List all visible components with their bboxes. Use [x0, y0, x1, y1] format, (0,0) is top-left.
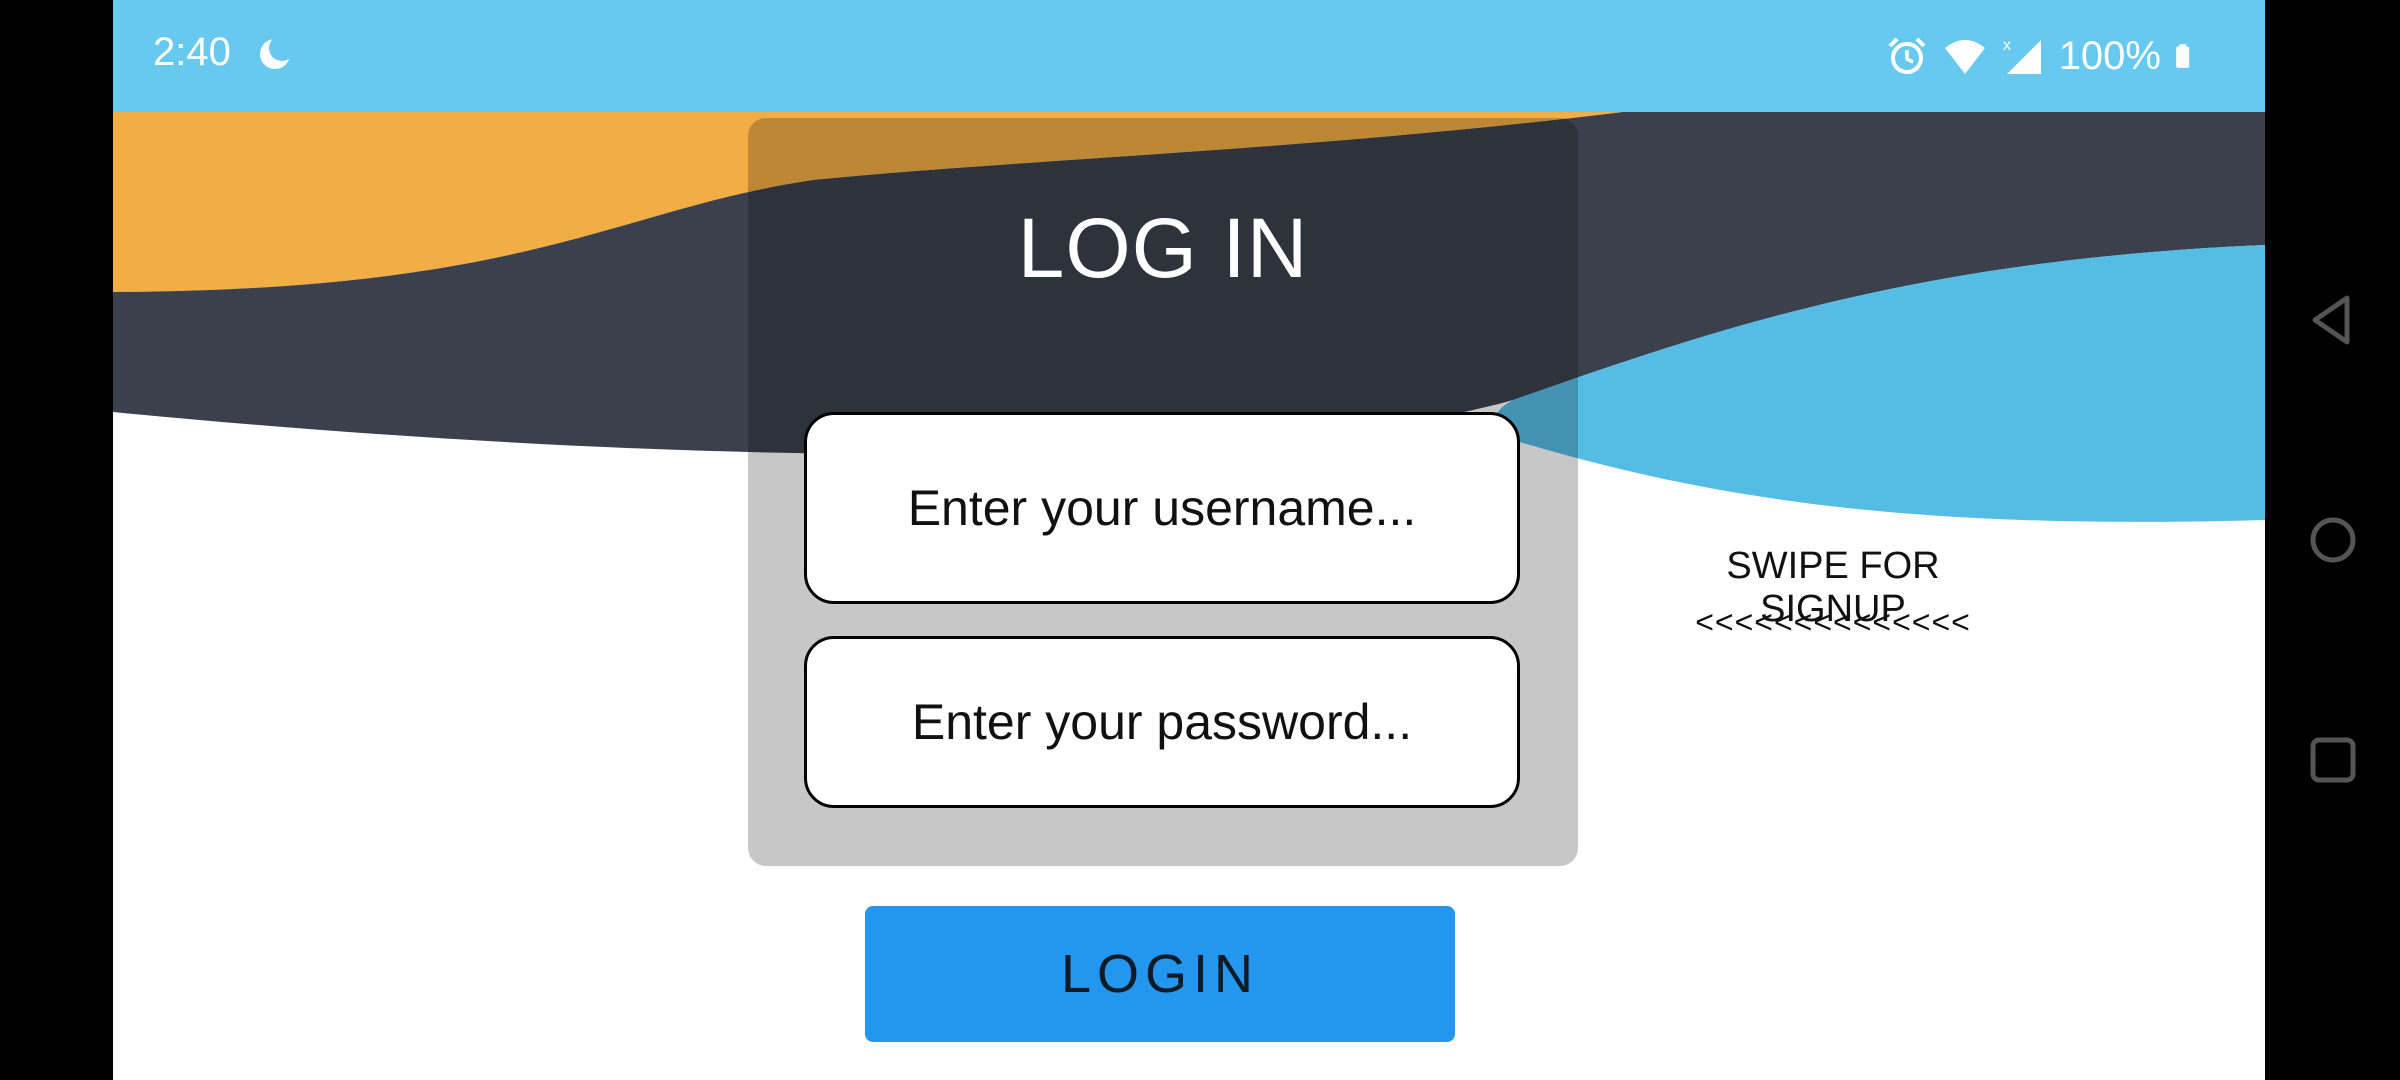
- recents-icon[interactable]: [2303, 730, 2363, 790]
- login-button[interactable]: LOGIN: [865, 906, 1455, 1042]
- wifi-icon: [1944, 40, 1985, 74]
- swipe-arrows: <<<<<<<<<<<<<<: [1695, 604, 1971, 640]
- moon-icon: [260, 35, 295, 69]
- app-screen: 2:40 x 100% LOG IN Enter your username..…: [113, 0, 2265, 1080]
- alarm-icon: [1888, 37, 1926, 74]
- navigation-bar: [2265, 0, 2400, 1080]
- battery-percentage: 100%: [2058, 33, 2161, 78]
- battery-icon: [2176, 44, 2190, 68]
- login-card: LOG IN Enter your username... Enter your…: [774, 142, 1552, 842]
- back-icon[interactable]: [2303, 290, 2363, 350]
- status-time: 2:40: [153, 30, 231, 74]
- username-input[interactable]: Enter your username...: [804, 412, 1520, 604]
- status-bar: 2:40 x 100%: [113, 0, 2265, 112]
- home-icon[interactable]: [2303, 510, 2363, 570]
- password-input[interactable]: Enter your password...: [804, 636, 1520, 808]
- status-icons: x 100%: [1885, 28, 2201, 84]
- signal-icon: x: [2003, 37, 2041, 74]
- page-title: LOG IN: [1017, 201, 1309, 295]
- svg-text:x: x: [2003, 37, 2011, 54]
